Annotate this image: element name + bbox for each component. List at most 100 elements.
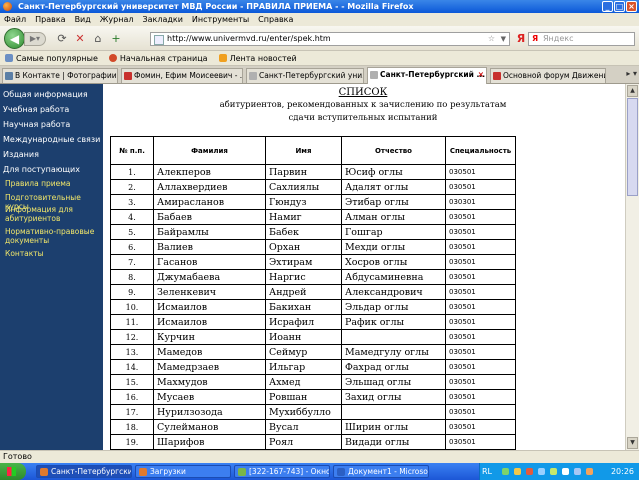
row-number: 9. [110,284,154,300]
sidebar-item-publications[interactable]: Издания [3,150,39,159]
search-input[interactable]: Я Яндекс [528,32,635,46]
row-number: 1. [110,164,154,180]
page-icon [493,72,501,80]
row-number: 8. [110,269,154,285]
menu-bookmarks[interactable]: Закладки [142,15,182,24]
bookmark-start-page[interactable]: Начальная страница [108,54,208,63]
menu-file[interactable]: Файл [4,15,26,24]
windows-taskbar: Санкт-Петербургски... Загрузки [322-167-… [0,463,639,480]
windows-logo-icon [7,467,16,476]
stop-icon[interactable]: ✕ [74,33,86,45]
tab-forum[interactable]: Основной форум Движени... [490,68,606,83]
tray-messenger-icon[interactable] [538,468,545,475]
start-button[interactable] [0,463,26,480]
vertical-scrollbar[interactable]: ▲ ▼ [625,84,639,450]
menu-view[interactable]: Вид [75,15,91,24]
row-specialty: 030501 [445,314,516,330]
tab-univer-active[interactable]: Санкт-Петербургский ... × [367,67,487,84]
tray-antivirus-icon[interactable] [526,468,533,475]
task-firefox[interactable]: Санкт-Петербургски... [36,465,132,478]
table-row: 2. Аллахвердиев Сахлиялы Адалят оглы 030501 [110,179,516,195]
row-name: Эхтирам [265,254,342,270]
table-row: 17. Нурилзозода Мухиббулло 030501 [110,404,516,420]
url-dropdown-icon[interactable]: ▼ [501,33,506,45]
forward-button[interactable]: ▶▾ [24,32,46,46]
bookmark-news-feed[interactable]: Лента новостей [218,54,297,63]
task-chat[interactable]: [322-167-743] - Окно... [234,465,330,478]
row-patronymic: Хосров оглы [341,254,446,270]
row-number: 3. [110,194,154,210]
reload-icon[interactable]: ⟳ [56,33,68,45]
plus-icon[interactable]: + [110,33,122,45]
back-button[interactable]: ◀ [4,28,25,49]
row-patronymic: Рафик оглы [341,314,446,330]
task-word[interactable]: Документ1 - Microso... [333,465,429,478]
minimize-button[interactable]: _ [602,1,613,12]
table-row: 4. Бабаев Намиг Алман оглы 030501 [110,209,516,225]
sidebar-item-international[interactable]: Международные связи [3,135,100,144]
scroll-thumb[interactable] [627,98,638,196]
url-bar[interactable]: http://www.univermvd.ru/enter/spek.htm ☆… [150,32,510,46]
menu-history[interactable]: Журнал [100,15,134,24]
menu-bar: Файл Правка Вид Журнал Закладки Инструме… [0,13,639,26]
menu-help[interactable]: Справка [258,15,293,24]
tray-network-icon[interactable] [502,468,509,475]
scroll-up-icon[interactable]: ▲ [627,85,638,97]
row-number: 14. [110,359,154,375]
row-number: 10. [110,299,154,315]
sidebar-subitem-info[interactable]: Информация для абитуриентов [5,205,102,223]
tab-vkontakte[interactable]: В Контакте | Фотографии [2,68,118,83]
document-heading: СПИСОК [338,87,388,98]
close-button[interactable]: × [626,1,637,12]
navigation-toolbar: ◀ ▶▾ ⟳ ✕ ⌂ + http://www.univermvd.ru/ent… [0,26,639,51]
row-name: Иоанн [265,329,342,345]
table-row: 11. Исмаилов Исрафил Рафик оглы 030501 [110,314,516,330]
scroll-down-icon[interactable]: ▼ [627,437,638,449]
sidebar-subitem-rules[interactable]: Правила приема [5,179,102,188]
home-icon[interactable]: ⌂ [92,33,104,45]
menu-edit[interactable]: Правка [35,15,65,24]
sidebar-subitem-contacts[interactable]: Контакты [5,249,102,258]
row-patronymic: Алман оглы [341,209,446,225]
sidebar-item-education[interactable]: Учебная работа [3,105,69,114]
row-specialty: 030501 [445,179,516,195]
tab-fomin[interactable]: Фомин, Ефим Моисеевич - ... [121,68,243,83]
bookmark-star-icon[interactable]: ☆ [488,33,495,45]
search-engine-icon[interactable]: Я [515,33,527,45]
page-icon [249,72,257,80]
row-surname: Мамедрзаев [153,359,266,375]
sidebar-item-applicants[interactable]: Для поступающих [3,165,80,174]
tray-update-icon[interactable] [550,468,557,475]
tray-display-icon[interactable] [574,468,581,475]
table-row: 10. Исмаилов Бакихан Эльдар оглы 030501 [110,299,516,315]
row-name: Бабек [265,224,342,240]
row-name: Ахмед [265,374,342,390]
status-bar: Готово [0,450,639,463]
sidebar-item-general[interactable]: Общая информация [3,90,88,99]
firefox-icon [3,2,12,11]
row-surname: Байрамлы [153,224,266,240]
tray-misc-icon[interactable] [586,468,593,475]
bookmark-most-visited[interactable]: Самые популярные [5,54,98,63]
tray-app-icon[interactable] [514,468,521,475]
maximize-button[interactable]: □ [614,1,625,12]
row-number: 4. [110,209,154,225]
tab-univer-1[interactable]: Санкт-Петербургский уни... [246,68,364,83]
sidebar-item-science[interactable]: Научная работа [3,120,70,129]
row-patronymic: Мамедгулу оглы [341,344,446,360]
sidebar-subitem-legal[interactable]: Нормативно-правовые документы [5,227,102,245]
menu-tools[interactable]: Инструменты [192,15,249,24]
row-patronymic: Ширин оглы [341,419,446,435]
tab-bar: В Контакте | Фотографии Фомин, Ефим Моис… [0,66,639,84]
tab-scroll-icons[interactable]: ▸ ▾ [626,69,637,78]
header-patronymic: Отчество [341,136,446,165]
task-downloads[interactable]: Загрузки [135,465,231,478]
chat-task-icon [238,468,246,476]
close-tab-icon[interactable]: × [478,68,484,82]
row-patronymic: Гошгар [341,224,446,240]
row-name: Ровшан [265,389,342,405]
language-indicator[interactable]: RL [482,463,492,480]
tray-volume-icon[interactable] [562,468,569,475]
row-name: Гюндуз [265,194,342,210]
header-surname: Фамилия [153,136,266,165]
